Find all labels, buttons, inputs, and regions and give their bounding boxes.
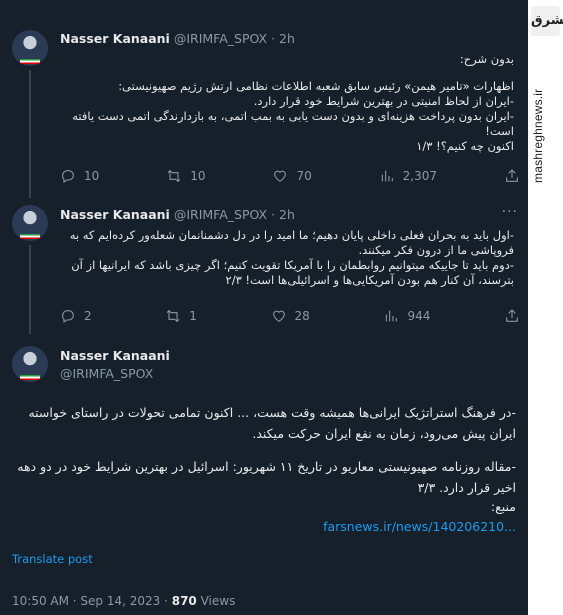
repost-button[interactable]: 10 (166, 168, 206, 184)
avatar[interactable] (12, 346, 48, 382)
repost-icon (166, 309, 180, 323)
repost-count: 1 (189, 309, 197, 323)
thread-line (29, 245, 31, 334)
like-count: 70 (296, 169, 312, 183)
flag-icon (20, 59, 40, 64)
tweet-time[interactable]: · 2h (271, 207, 295, 222)
tweet-paragraph: -در فرهنگ استراتژیک ایرانی‌ها همیشه وقت … (28, 405, 516, 441)
tweet-paragraph: منبع: (490, 499, 516, 514)
share-icon (506, 169, 518, 182)
flag-icon (20, 234, 40, 239)
tweet-line: -ایران از لحاظ امنیتی در بهترین شرایط خو… (253, 94, 514, 108)
tweet-line: اظهارات «تامیر هیمن» رئیس سابق شعبه اطلا… (118, 79, 514, 93)
author-handle[interactable]: @IRIMFA_SPOX (174, 31, 267, 46)
tweet-meta: 10:50 AM · Sep 14, 2023 · 870 Views (12, 594, 235, 608)
views-count: 870 (171, 594, 197, 608)
view-count: 2,307 (402, 169, 438, 183)
author-name[interactable]: Nasser Kanaani (60, 207, 170, 222)
tweet-header: Nasser Kanaani @IRIMFA_SPOX · 2h (60, 207, 295, 222)
views-icon (381, 170, 393, 182)
tweet-header: Nasser Kanaani @IRIMFA_SPOX · 2h (60, 31, 295, 46)
thread-tweet-2[interactable]: Nasser Kanaani @IRIMFA_SPOX · 2h ··· -او… (0, 198, 528, 334)
tweet-line: -دوم باید تا جاییکه میتوانیم روابطمان را… (71, 258, 514, 287)
tweet-actions: 2 1 28 944 (60, 308, 520, 324)
tweet-line: -ایران بدون پرداخت هزینه‌ای و بدون دست ی… (72, 109, 514, 138)
share-button[interactable] (504, 308, 520, 324)
reply-icon (62, 170, 74, 184)
timeline: Nasser Kanaani @IRIMFA_SPOX · 2h بدون شر… (0, 0, 528, 615)
repost-count: 10 (190, 169, 206, 183)
share-button[interactable] (504, 168, 520, 184)
tweet-text: -اول باید به بحران فعلی داخلی پایان دهیم… (60, 228, 514, 288)
flag-icon (20, 375, 40, 380)
tweet-timestamp[interactable]: 10:50 AM · Sep 14, 2023 · (12, 594, 172, 608)
author-handle[interactable]: @IRIMFA_SPOX (174, 207, 267, 222)
author-name[interactable]: Nasser Kanaani (60, 31, 170, 46)
heart-icon (272, 310, 285, 322)
main-tweet: Nasser Kanaani @IRIMFA_SPOX -در فرهنگ اس… (0, 336, 528, 615)
views-button[interactable]: 2,307 (379, 168, 437, 184)
views-button[interactable]: 944 (383, 308, 430, 324)
like-count: 28 (294, 309, 310, 323)
watermark-strip: مشرق mashreghnews.ir (528, 0, 563, 615)
more-options-icon[interactable]: ··· (502, 204, 518, 220)
heart-icon (274, 170, 287, 182)
thread-tweet-1[interactable]: Nasser Kanaani @IRIMFA_SPOX · 2h بدون شر… (0, 0, 528, 198)
avatar[interactable] (12, 30, 48, 66)
source-link[interactable]: farsnews.ir/news/140206210... (12, 516, 516, 537)
reply-count: 2 (84, 309, 92, 323)
tweet-line: بدون شرح: (459, 52, 514, 66)
author-handle[interactable]: @IRIMFA_SPOX (60, 366, 170, 381)
tweet-paragraph: -مقاله روزنامه صهیونیستی معاریو در تاریخ… (17, 459, 516, 495)
mashregh-logo: مشرق (531, 6, 563, 36)
tweet-actions: 10 10 70 2,307 (60, 168, 520, 184)
translate-post-link[interactable]: Translate post (12, 552, 93, 566)
views-icon (386, 310, 398, 322)
reply-icon (62, 310, 74, 324)
tweet-time[interactable]: · 2h (271, 31, 295, 46)
tweet-paragraph (12, 444, 516, 456)
views-label: Views (196, 594, 236, 608)
source-link-text[interactable]: farsnews.ir/news/140206210... (323, 519, 516, 534)
share-icon (506, 309, 518, 322)
like-button[interactable]: 70 (272, 168, 312, 184)
reply-button[interactable]: 2 (60, 308, 92, 324)
watermark-site: mashreghnews.ir (531, 88, 545, 184)
tweet-line (60, 67, 514, 79)
author-name[interactable]: Nasser Kanaani (60, 348, 170, 363)
tweet-line: -اول باید به بحران فعلی داخلی پایان دهیم… (69, 228, 514, 257)
tweet-text: -در فرهنگ استراتژیک ایرانی‌ها همیشه وقت … (12, 402, 516, 537)
view-count: 944 (407, 309, 431, 323)
reply-button[interactable]: 10 (60, 168, 99, 184)
tweet-line: اکنون چه کنیم؟! ۱/۳ (416, 139, 514, 153)
tweet-header: Nasser Kanaani @IRIMFA_SPOX (60, 348, 170, 381)
reply-count: 10 (84, 169, 100, 183)
avatar[interactable] (12, 205, 48, 241)
thread-line (29, 70, 31, 198)
repost-button[interactable]: 1 (165, 308, 197, 324)
like-button[interactable]: 28 (271, 308, 310, 324)
repost-icon (167, 169, 181, 183)
tweet-text: بدون شرح: اظهارات «تامیر هیمن» رئیس سابق… (60, 52, 514, 154)
